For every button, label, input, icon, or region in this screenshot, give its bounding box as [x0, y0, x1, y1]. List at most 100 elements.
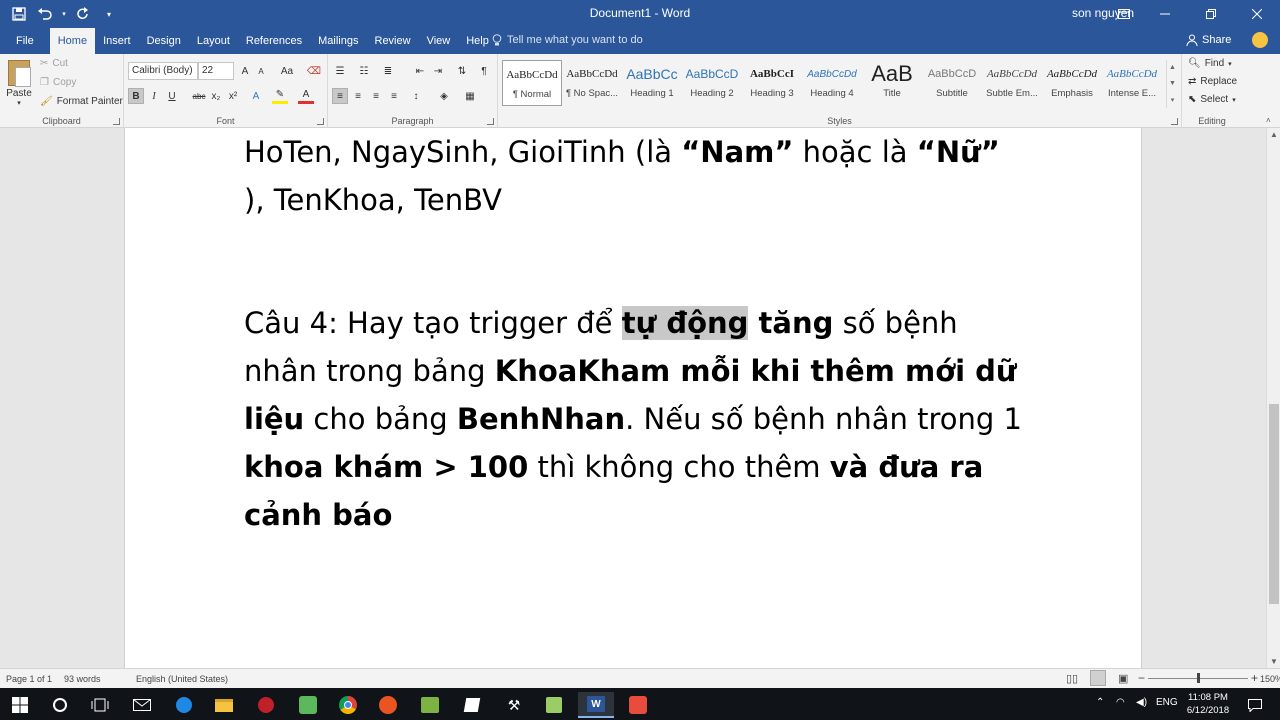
scroll-up-icon[interactable]: ▲ — [1169, 64, 1176, 71]
file-explorer-icon[interactable] — [206, 692, 242, 718]
more-styles-icon[interactable]: ▾ — [1171, 96, 1175, 104]
clear-formatting-icon[interactable]: ⌫ — [306, 63, 322, 79]
style-title[interactable]: AaB Title — [862, 60, 922, 106]
font-color-icon[interactable]: A — [298, 88, 314, 104]
share-button[interactable]: Share — [1186, 34, 1231, 46]
style-heading-1[interactable]: AaBbCc Heading 1 — [622, 60, 682, 106]
tools-icon[interactable]: ⚒ — [496, 692, 532, 718]
tell-me-search[interactable]: Tell me what you want to do — [492, 34, 643, 46]
edge-browser-icon[interactable] — [166, 692, 202, 718]
justify-icon[interactable]: ≡ — [386, 88, 402, 104]
input-language[interactable]: ENG — [1156, 697, 1178, 708]
tab-design[interactable]: Design — [139, 28, 189, 54]
tab-home[interactable]: Home — [49, 28, 96, 54]
document-page[interactable]: HoTen, NgaySinh, GioiTinh (là “Nam” hoặc… — [124, 128, 1142, 668]
tab-layout[interactable]: Layout — [189, 28, 238, 54]
feedback-smiley-icon[interactable] — [1252, 32, 1268, 48]
text-effects-icon[interactable]: A — [248, 88, 264, 104]
style-emphasis[interactable]: AaBbCcDd Emphasis — [1042, 60, 1102, 106]
strikethrough-button[interactable]: abc — [190, 88, 208, 104]
tab-insert[interactable]: Insert — [95, 28, 139, 54]
mail-icon[interactable] — [124, 692, 160, 718]
style-no-spacing[interactable]: AaBbCcDd ¶ No Spac... — [562, 60, 622, 106]
style-subtle-emphasis[interactable]: AaBbCcDd Subtle Em... — [982, 60, 1042, 106]
styles-gallery-scroll[interactable]: ▲ ▼ ▾ — [1166, 60, 1178, 108]
read-mode-icon[interactable]: ▯▯ — [1066, 672, 1078, 685]
format-painter-button[interactable]: 🖌 Format Painter — [40, 96, 123, 107]
app-green-icon[interactable] — [412, 692, 448, 718]
word-app-icon[interactable]: W — [578, 692, 614, 718]
sticky-notes-icon[interactable] — [454, 692, 490, 718]
camtasia-green-icon[interactable] — [290, 692, 326, 718]
taskbar-clock[interactable]: 11:08 PM 6/12/2018 — [1178, 691, 1238, 717]
wifi-icon[interactable]: ◠ — [1116, 697, 1125, 708]
tab-mailings[interactable]: Mailings — [310, 28, 366, 54]
change-case-button[interactable]: Aa — [276, 63, 298, 79]
close-icon[interactable] — [1234, 0, 1280, 28]
collapse-ribbon-icon[interactable]: ˄ — [1266, 116, 1271, 125]
replace-button[interactable]: ⇄ Replace — [1188, 76, 1237, 87]
shading-icon[interactable]: ◈ — [436, 88, 452, 104]
cortana-search-icon[interactable] — [42, 692, 78, 718]
bullets-icon[interactable]: ☰ — [332, 63, 348, 79]
windows-start-icon[interactable] — [2, 692, 38, 718]
zoom-out-button[interactable]: − — [1138, 671, 1145, 685]
chrome-icon[interactable] — [330, 692, 366, 718]
styles-launcher-icon[interactable] — [1171, 118, 1178, 125]
italic-button[interactable]: I — [146, 88, 162, 104]
grow-font-button[interactable]: A — [237, 63, 253, 79]
zoom-in-button[interactable]: + — [1251, 671, 1258, 685]
highlight-color-icon[interactable]: ✎ — [272, 88, 288, 104]
align-right-icon[interactable]: ≡ — [368, 88, 384, 104]
increase-indent-icon[interactable]: ⇥ — [430, 63, 446, 79]
font-name-combo[interactable]: Calibri (Body) — [128, 62, 198, 80]
scroll-down-arrow-icon[interactable]: ▼ — [1270, 657, 1278, 666]
line-spacing-icon[interactable]: ↕ — [408, 88, 424, 104]
tab-view[interactable]: View — [419, 28, 459, 54]
language-indicator[interactable]: English (United States) — [136, 674, 228, 684]
font-size-combo[interactable]: 22 — [198, 62, 234, 80]
bold-button[interactable]: B — [128, 88, 144, 104]
select-button[interactable]: ⬉ Select ▾ — [1188, 94, 1236, 105]
show-formatting-icon[interactable]: ¶ — [476, 63, 492, 79]
superscript-button[interactable]: x² — [225, 88, 241, 104]
multilevel-list-icon[interactable]: ≣ — [380, 63, 396, 79]
print-layout-icon[interactable] — [1090, 670, 1106, 686]
zoom-slider-thumb[interactable] — [1197, 673, 1200, 683]
copy-button[interactable]: ❐ Copy — [40, 77, 76, 88]
align-left-icon[interactable]: ≡ — [332, 88, 348, 104]
cut-button[interactable]: ✂ Cut — [40, 58, 68, 69]
task-view-icon[interactable] — [82, 692, 118, 718]
style-heading-2[interactable]: AaBbCcD Heading 2 — [682, 60, 742, 106]
ribbon-display-options-icon[interactable] — [1106, 0, 1142, 28]
paste-button[interactable]: Paste ▾ — [4, 58, 34, 110]
vertical-scrollbar[interactable]: ▲ ▼ — [1266, 128, 1280, 668]
style-normal[interactable]: AaBbCcDd ¶ Normal — [502, 60, 562, 106]
clipboard-launcher-icon[interactable] — [113, 118, 120, 125]
minimize-icon[interactable] — [1142, 0, 1188, 28]
ubuntu-icon[interactable] — [370, 692, 406, 718]
underline-button[interactable]: U — [164, 88, 180, 104]
scroll-down-icon[interactable]: ▼ — [1169, 80, 1176, 87]
borders-icon[interactable]: ▦ — [462, 88, 478, 104]
zoom-level[interactable]: 150% — [1260, 674, 1280, 684]
tab-review[interactable]: Review — [367, 28, 419, 54]
align-center-icon[interactable]: ≡ — [350, 88, 366, 104]
app-red-icon[interactable] — [248, 692, 284, 718]
numbering-icon[interactable]: ☷ — [356, 63, 372, 79]
word-count[interactable]: 93 words — [64, 674, 101, 684]
tray-overflow-icon[interactable]: ⌃ — [1096, 697, 1104, 708]
decrease-indent-icon[interactable]: ⇤ — [412, 63, 428, 79]
restore-icon[interactable] — [1188, 0, 1234, 28]
page-count[interactable]: Page 1 of 1 — [6, 674, 52, 684]
notifications-icon[interactable] — [1240, 692, 1270, 718]
font-launcher-icon[interactable] — [317, 118, 324, 125]
subscript-button[interactable]: x₂ — [208, 88, 224, 104]
style-heading-4[interactable]: AaBbCcDd Heading 4 — [802, 60, 862, 106]
web-layout-icon[interactable]: ▣ — [1118, 672, 1128, 685]
style-subtitle[interactable]: AaBbCcD Subtitle — [922, 60, 982, 106]
style-intense-emphasis[interactable]: AaBbCcDd Intense E... — [1102, 60, 1162, 106]
scroll-up-arrow-icon[interactable]: ▲ — [1270, 130, 1278, 139]
style-heading-3[interactable]: AaBbCcI Heading 3 — [742, 60, 802, 106]
scrollbar-thumb[interactable] — [1269, 404, 1279, 604]
